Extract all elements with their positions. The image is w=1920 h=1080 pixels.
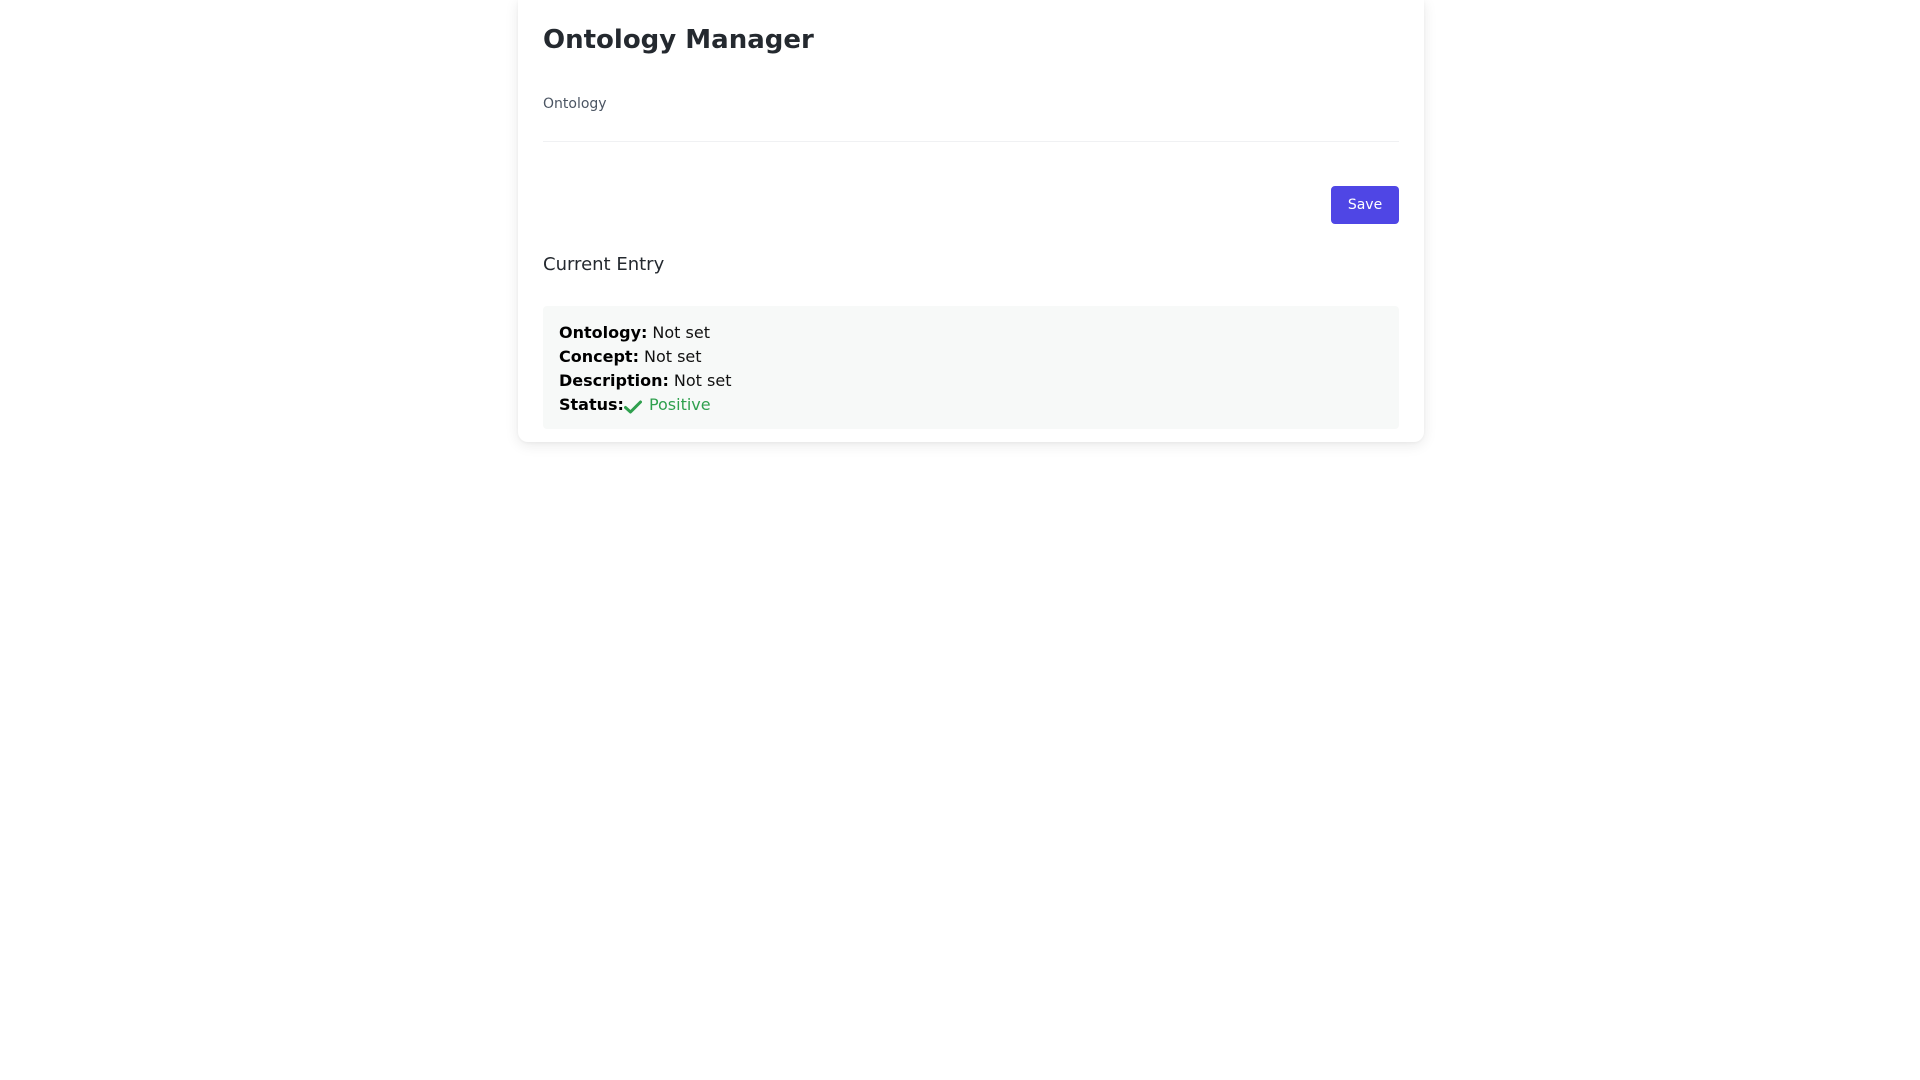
entry-row-ontology: Ontology: Not set — [559, 321, 1383, 345]
ontology-field-label: Ontology — [543, 96, 607, 112]
ontology-field-group: Ontology — [543, 96, 1399, 142]
entry-key-description: Description: — [559, 371, 669, 390]
status-badge: Positive — [623, 393, 711, 417]
save-button[interactable]: Save — [1331, 186, 1399, 224]
entry-value-description: Not set — [673, 371, 732, 390]
ontology-input[interactable] — [543, 116, 1399, 142]
entry-row-status: Status: Positive — [559, 393, 1383, 417]
entry-key-ontology: Ontology: — [559, 323, 648, 342]
form-actions: Save — [543, 186, 1399, 224]
current-entry-panel: Ontology: Not set Concept: Not set Descr… — [543, 306, 1399, 429]
entry-key-concept: Concept: — [559, 347, 639, 366]
current-entry-heading: Current Entry — [543, 254, 665, 275]
entry-value-ontology: Not set — [652, 323, 710, 342]
page-title: Ontology Manager — [543, 25, 814, 55]
checkmark-icon — [623, 398, 642, 416]
entry-row-description: Description: Not set — [559, 369, 1383, 393]
entry-key-status: Status: — [559, 395, 624, 414]
entry-value-concept: Not set — [643, 347, 702, 366]
entry-row-concept: Concept: Not set — [559, 345, 1383, 369]
ontology-manager-card: Ontology Manager Ontology Save Current E… — [518, 0, 1424, 442]
status-value: Positive — [648, 395, 711, 414]
